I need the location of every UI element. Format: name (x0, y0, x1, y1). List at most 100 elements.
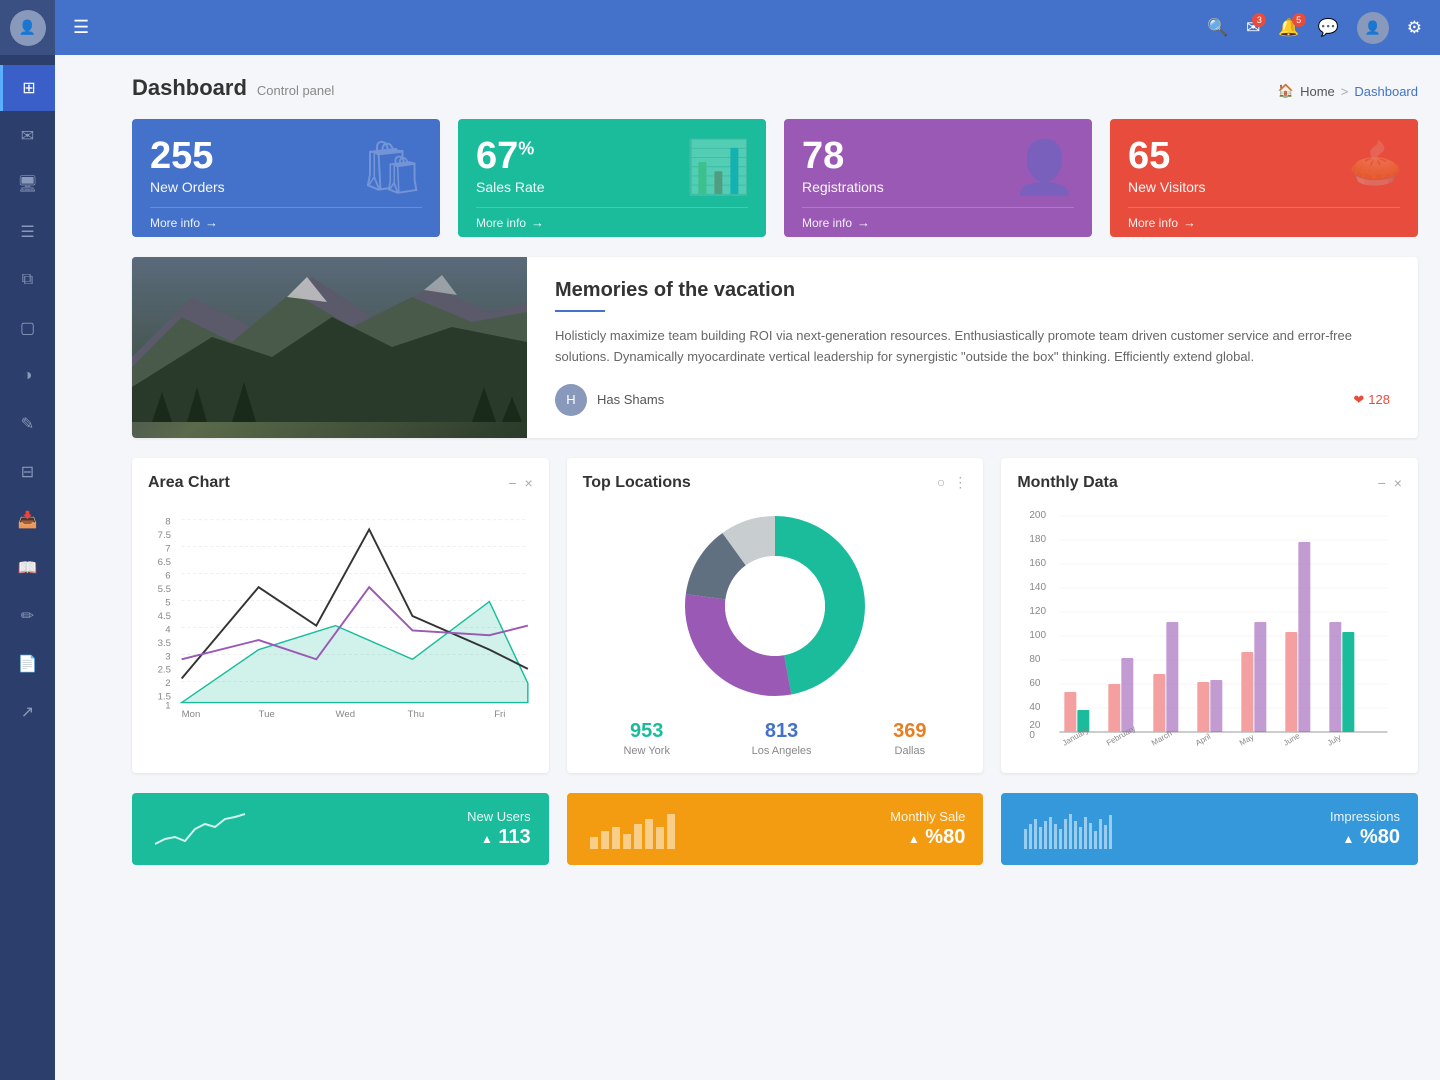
sidebar-item-monitor[interactable]: 🖥 (0, 161, 55, 207)
stat-registrations-footer[interactable]: More info → (802, 207, 1074, 237)
la-value: 813 (752, 720, 812, 743)
sidebar-item-chart[interactable]: ◑ (0, 353, 55, 399)
visitors-arrow-icon: → (1183, 215, 1196, 230)
svg-text:4: 4 (165, 624, 171, 635)
new-users-label: New Users (467, 809, 531, 824)
sidebar-item-inbox[interactable]: 📥 (0, 497, 55, 543)
sidebar-item-mail[interactable]: ✉ (0, 113, 55, 159)
monthly-close[interactable]: × (1394, 475, 1402, 491)
top-nav-right: 🔍 ✉ 3 🔔 5 💬 👤 ⚙ (1207, 12, 1422, 44)
monthly-data-header: Monthly Data − × (1017, 474, 1402, 492)
mail-badge: 3 (1252, 13, 1266, 27)
settings-button[interactable]: ⚙ (1407, 18, 1422, 38)
monthly-sale-label: Monthly Sale (890, 809, 965, 824)
svg-text:Wed: Wed (336, 709, 356, 720)
impressions-info: Impressions ▲ %80 (1330, 809, 1400, 849)
monthly-data-card: Monthly Data − × 200 180 160 140 120 100… (1001, 458, 1418, 773)
copy-icon: ⧉ (22, 271, 33, 289)
svg-text:80: 80 (1030, 654, 1042, 665)
svg-text:40: 40 (1030, 702, 1042, 713)
monthly-minimize[interactable]: − (1378, 475, 1386, 491)
svg-text:8: 8 (165, 516, 170, 527)
like-count: ❤ 128 (1353, 392, 1390, 408)
svg-text:Tue: Tue (259, 709, 275, 720)
donut-stat-newyork: 953 New York (623, 720, 669, 757)
sidebar-item-file[interactable]: 📄 (0, 641, 55, 687)
svg-text:7.5: 7.5 (158, 530, 171, 541)
user-avatar-button[interactable]: 👤 (1357, 12, 1389, 44)
vacation-divider (555, 310, 605, 312)
svg-text:180: 180 (1030, 534, 1047, 545)
sidebar-item-menu[interactable]: ☰ (0, 209, 55, 255)
donut-stat-la: 813 Los Angeles (752, 720, 812, 757)
area-chart-svg: 8 7.5 7 6.5 6 5.5 5 4.5 4 3.5 3 2.5 2 1.… (148, 506, 533, 726)
svg-text:5: 5 (165, 597, 170, 608)
registrations-arrow-icon: → (857, 215, 870, 230)
area-chart-minimize[interactable]: − (508, 475, 516, 491)
sidebar-avatar[interactable]: 👤 (0, 0, 55, 55)
svg-text:6.5: 6.5 (158, 557, 171, 568)
sidebar-item-copy[interactable]: ⧉ (0, 257, 55, 303)
bottom-widgets: New Users ▲ 113 (132, 793, 1418, 865)
new-users-widget: New Users ▲ 113 (132, 793, 549, 865)
sidebar-item-dashboard[interactable]: ⊞ (0, 65, 55, 111)
area-chart-container: 8 7.5 7 6.5 6 5.5 5 4.5 4 3.5 3 2.5 2 1.… (148, 506, 533, 726)
breadcrumb-home[interactable]: Home (1300, 84, 1335, 99)
sidebar-item-pen[interactable]: ✏ (0, 593, 55, 639)
file-icon: 📄 (18, 654, 38, 674)
sidebar-item-square[interactable]: ▢ (0, 305, 55, 351)
breadcrumb: 🏠 Home > Dashboard (1278, 83, 1418, 99)
top-locations-header: Top Locations ○ ⋮ (583, 474, 968, 492)
stat-visitors-footer[interactable]: More info → (1128, 207, 1400, 237)
vacation-section: Memories of the vacation Holisticly maxi… (132, 257, 1418, 438)
sidebar-item-share[interactable]: ↗ (0, 689, 55, 735)
mail-button[interactable]: ✉ 3 (1246, 18, 1260, 38)
dallas-value: 369 (893, 720, 926, 743)
svg-text:Mon: Mon (182, 709, 201, 720)
impressions-value: ▲ %80 (1330, 826, 1400, 849)
breadcrumb-separator: > (1341, 84, 1349, 99)
monthly-sale-widget: Monthly Sale ▲ %80 (567, 793, 984, 865)
la-label: Los Angeles (752, 745, 812, 757)
sidebar-nav: ⊞ ✉ 🖥 ☰ ⧉ ▢ ◑ ✎ ⊟ 📥 📖 ✏ 📄 ↗ (0, 65, 55, 735)
author-info: H Has Shams (555, 384, 664, 416)
svg-text:May: May (1238, 732, 1256, 746)
heart-icon: ❤ (1353, 392, 1364, 408)
sidebar-item-table[interactable]: ⊟ (0, 449, 55, 495)
breadcrumb-current: Dashboard (1354, 84, 1418, 99)
mountain-svg (132, 257, 527, 422)
search-button[interactable]: 🔍 (1207, 18, 1228, 38)
menu-icon: ☰ (20, 222, 34, 242)
sidebar-item-book[interactable]: 📖 (0, 545, 55, 591)
svg-text:3: 3 (165, 651, 170, 662)
stat-card-orders: 255 New Orders 🛍 More info → (132, 119, 440, 237)
page-subtitle: Control panel (257, 83, 334, 98)
vacation-author-row: H Has Shams ❤ 128 (555, 384, 1390, 416)
pen-icon: ✏ (21, 606, 34, 626)
sidebar: 👤 ⊞ ✉ 🖥 ☰ ⧉ ▢ ◑ ✎ ⊟ 📥 📖 ✏ 📄 ↗ (0, 0, 55, 1080)
sidebar-item-edit[interactable]: ✎ (0, 401, 55, 447)
monthly-sale-value: ▲ %80 (890, 826, 965, 849)
top-loc-circle-btn[interactable]: ○ (937, 474, 945, 491)
hamburger-button[interactable]: ☰ (73, 17, 89, 38)
svg-text:April: April (1194, 731, 1213, 745)
inbox-icon: 📥 (18, 510, 38, 530)
svg-text:0: 0 (1030, 730, 1036, 741)
area-chart-header: Area Chart − × (148, 474, 533, 492)
top-loc-more-btn[interactable]: ⋮ (953, 474, 967, 491)
vacation-title: Memories of the vacation (555, 279, 1390, 302)
orders-icon: 🛍 (359, 137, 425, 198)
chat-button[interactable]: 💬 (1318, 18, 1339, 38)
svg-text:5.5: 5.5 (158, 584, 171, 595)
svg-text:Fri: Fri (494, 709, 505, 720)
registrations-icon: 👤 (1012, 137, 1077, 198)
monthly-data-title: Monthly Data (1017, 474, 1117, 492)
page-header: Dashboard Control panel 🏠 Home > Dashboa… (132, 75, 1418, 101)
monitor-icon: 🖥 (17, 174, 37, 194)
vacation-description: Holisticly maximize team building ROI vi… (555, 326, 1390, 368)
stat-sales-footer[interactable]: More info → (476, 207, 748, 237)
area-chart-close[interactable]: × (524, 475, 532, 491)
bell-button[interactable]: 🔔 5 (1278, 18, 1299, 38)
svg-text:7: 7 (165, 543, 170, 554)
stat-orders-footer[interactable]: More info → (150, 207, 422, 237)
